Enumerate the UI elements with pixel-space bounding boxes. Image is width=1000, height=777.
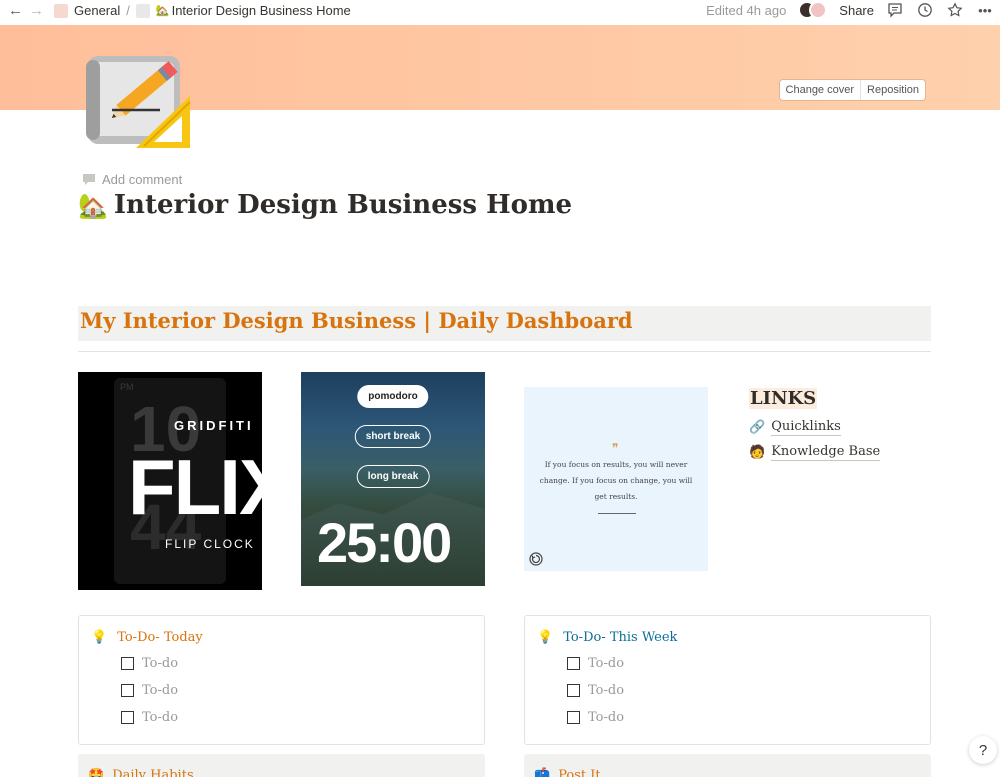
todo-today-header: 💡 To-Do- Today bbox=[91, 630, 203, 645]
top-bar: ← → General / 🏡 Interior Design Business… bbox=[0, 0, 1000, 22]
todo-item[interactable]: To-do bbox=[121, 683, 178, 698]
todo-today-title[interactable]: To-Do- Today bbox=[117, 630, 203, 645]
todo-item[interactable]: To-do bbox=[121, 710, 178, 725]
daily-habits-callout: 🤩 Daily Habits bbox=[78, 754, 485, 777]
knowledge-base-link[interactable]: 🧑 Knowledge Base bbox=[749, 444, 881, 461]
comments-icon[interactable] bbox=[886, 1, 904, 19]
todo-week-header: 💡 To-Do- This Week bbox=[537, 630, 677, 645]
drafting-page-icon[interactable] bbox=[84, 46, 194, 156]
breadcrumb: General / 🏡 Interior Design Business Hom… bbox=[54, 3, 351, 18]
forward-arrow-icon[interactable]: → bbox=[29, 2, 44, 19]
flip-clock-widget[interactable]: PM 10 44 GRIDFITI FLIX FLIP CLOCK bbox=[78, 372, 262, 590]
house-icon: 🏡 bbox=[78, 190, 108, 220]
mailbox-icon: 📫 bbox=[534, 768, 551, 777]
flip-clock-label: FLIP CLOCK bbox=[165, 537, 255, 551]
todo-item-label: To-do bbox=[588, 656, 625, 671]
edited-timestamp: Edited 4h ago bbox=[706, 2, 787, 18]
page-title[interactable]: 🏡 Interior Design Business Home bbox=[78, 190, 572, 220]
todo-item-label: To-do bbox=[588, 710, 625, 725]
pomodoro-timer: 25:00 bbox=[317, 511, 452, 574]
change-cover-button[interactable]: Change cover bbox=[780, 80, 861, 100]
avatar[interactable] bbox=[809, 1, 828, 19]
breadcrumb-page-emoji: 🏡 bbox=[155, 5, 170, 17]
short-break-tab[interactable]: short break bbox=[354, 425, 432, 448]
link-icon: 🔗 bbox=[749, 420, 766, 435]
flip-clock-pm: PM bbox=[120, 382, 134, 392]
post-it-title[interactable]: Post It bbox=[558, 768, 600, 777]
flip-clock-logo: FLIX bbox=[128, 443, 262, 531]
divider bbox=[78, 351, 931, 352]
todo-today-callout: 💡 To-Do- Today To-do To-do To-do bbox=[78, 615, 485, 745]
collaborator-avatars[interactable] bbox=[798, 1, 828, 19]
checkbox[interactable] bbox=[567, 657, 580, 670]
share-button[interactable]: Share bbox=[839, 3, 874, 18]
post-it-header: 📫 Post It bbox=[534, 768, 601, 777]
breadcrumb-separator: / bbox=[126, 3, 130, 18]
help-button[interactable]: ? bbox=[969, 736, 997, 764]
star-eyes-icon: 🤩 bbox=[88, 768, 105, 777]
checkbox[interactable] bbox=[567, 684, 580, 697]
checkbox[interactable] bbox=[121, 711, 134, 724]
top-right-tools: Edited 4h ago Share ••• bbox=[706, 1, 994, 19]
quote-underline bbox=[598, 513, 636, 514]
favorite-star-icon[interactable] bbox=[946, 1, 964, 19]
more-options-icon[interactable]: ••• bbox=[976, 1, 994, 19]
quote-text: If you focus on results, you will never … bbox=[539, 460, 693, 501]
history-clock-icon[interactable] bbox=[916, 1, 934, 19]
checkbox[interactable] bbox=[121, 657, 134, 670]
knowledge-base-label: Knowledge Base bbox=[771, 444, 881, 461]
links-section: LINKS 🔗 Quicklinks 🧑 Knowledge Base bbox=[749, 388, 881, 461]
todo-week-callout: 💡 To-Do- This Week To-do To-do To-do bbox=[524, 615, 931, 745]
quicklinks-label: Quicklinks bbox=[771, 419, 841, 436]
lightbulb-icon: 💡 bbox=[91, 630, 108, 645]
todo-item[interactable]: To-do bbox=[567, 656, 624, 671]
todo-item-label: To-do bbox=[142, 710, 179, 725]
person-icon: 🧑 bbox=[749, 445, 766, 460]
flip-clock-brand: GRIDFITI bbox=[174, 418, 254, 433]
quote-mark-icon: ❞ bbox=[612, 441, 619, 455]
todo-item-label: To-do bbox=[588, 683, 625, 698]
page-drafting-icon bbox=[135, 3, 150, 18]
daily-habits-header: 🤩 Daily Habits bbox=[88, 768, 194, 777]
add-comment-button[interactable]: Add comment bbox=[82, 172, 182, 187]
checkbox[interactable] bbox=[121, 684, 134, 697]
long-break-tab[interactable]: long break bbox=[356, 465, 430, 488]
workspace-icon bbox=[54, 3, 68, 18]
pomodoro-tab[interactable]: pomodoro bbox=[357, 385, 429, 408]
breadcrumb-page[interactable]: Interior Design Business Home bbox=[172, 3, 351, 18]
reposition-button[interactable]: Reposition bbox=[860, 80, 925, 100]
comment-icon bbox=[83, 174, 95, 185]
back-arrow-icon[interactable]: ← bbox=[8, 2, 23, 19]
cover-actions: Change cover Reposition bbox=[779, 80, 925, 100]
lightbulb-icon: 💡 bbox=[537, 630, 554, 645]
todo-item[interactable]: To-do bbox=[567, 710, 624, 725]
breadcrumb-workspace[interactable]: General bbox=[74, 3, 120, 18]
post-it-callout: 📫 Post It bbox=[524, 754, 931, 777]
quote-widget: ❞ If you focus on results, you will neve… bbox=[524, 387, 708, 571]
add-comment-label: Add comment bbox=[102, 172, 183, 187]
todo-item-label: To-do bbox=[142, 656, 179, 671]
daily-habits-title[interactable]: Daily Habits bbox=[112, 768, 193, 777]
checkbox[interactable] bbox=[567, 711, 580, 724]
refresh-icon[interactable] bbox=[528, 551, 544, 567]
page-title-text: Interior Design Business Home bbox=[113, 190, 573, 220]
nav-buttons: ← → bbox=[8, 2, 44, 19]
todo-item[interactable]: To-do bbox=[121, 656, 178, 671]
links-heading: LINKS bbox=[749, 388, 818, 409]
quicklinks-link[interactable]: 🔗 Quicklinks bbox=[749, 419, 880, 436]
todo-item[interactable]: To-do bbox=[567, 683, 624, 698]
pomodoro-widget: pomodoro short break long break 25:00 bbox=[301, 372, 485, 586]
dashboard-header: My Interior Design Business | Daily Dash… bbox=[78, 306, 931, 341]
dashboard-title[interactable]: My Interior Design Business | Daily Dash… bbox=[80, 308, 929, 333]
todo-week-title[interactable]: To-Do- This Week bbox=[563, 630, 677, 645]
todo-item-label: To-do bbox=[142, 683, 179, 698]
